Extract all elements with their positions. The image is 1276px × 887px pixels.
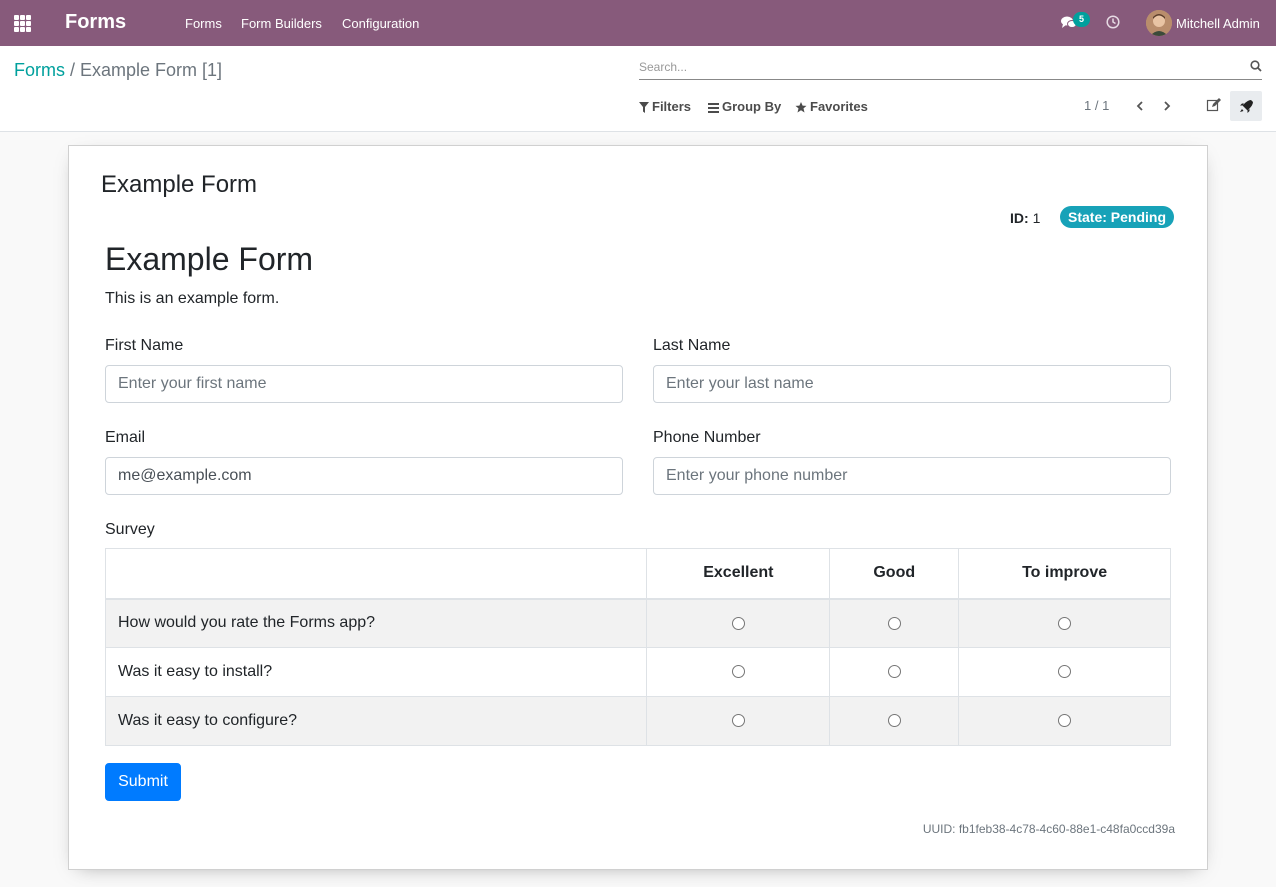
menu-form-builders[interactable]: Form Builders [241, 16, 322, 31]
previous-record-button[interactable] [1131, 96, 1149, 116]
survey-column-header: To improve [958, 548, 1171, 600]
survey-label: Survey [105, 521, 155, 538]
survey-radio-to-improve[interactable] [1058, 616, 1072, 630]
email-field[interactable] [105, 457, 623, 495]
survey-header-question [104, 548, 648, 600]
survey-radio-good[interactable] [887, 714, 901, 728]
launch-button[interactable] [1230, 91, 1262, 121]
email-label: Email [105, 429, 146, 446]
phone-field[interactable] [653, 457, 1171, 495]
group-by-label: Group By [722, 99, 782, 114]
first-name-label: First Name [105, 337, 184, 354]
record-uuid: UUID: fb1feb38-4c78-4c60-88e1-c48fa0ccd3… [922, 822, 1175, 836]
survey-radio-excellent[interactable] [731, 714, 745, 728]
form-description: This is an example form. [105, 290, 280, 307]
favorites-label: Favorites [810, 99, 868, 114]
edit-record-button[interactable] [1206, 97, 1224, 115]
menu-configuration[interactable]: Configuration [342, 16, 419, 31]
breadcrumb-current: Example Form [1] [80, 60, 223, 80]
survey-radio-good[interactable] [887, 616, 901, 630]
star-icon [795, 102, 807, 113]
survey-column-header: Good [829, 548, 960, 600]
survey-radio-excellent[interactable] [731, 616, 745, 630]
filters-button[interactable]: Filters [639, 99, 691, 114]
survey-table: Excellent Good To improve How would you … [104, 548, 1171, 746]
bars-icon [708, 103, 719, 113]
search-bar [639, 56, 1262, 80]
survey-radio-to-improve[interactable] [1058, 714, 1072, 728]
record-id: ID: 1 [1010, 210, 1040, 226]
search-icon[interactable] [1250, 60, 1262, 75]
form-sheet: Example Form ID: 1 State: Pending Exampl… [68, 145, 1208, 870]
messages-count-badge: 5 [1073, 12, 1090, 27]
survey-question: Was it easy to install? [104, 647, 648, 697]
last-name-label: Last Name [653, 337, 731, 354]
survey-question: How would you rate the Forms app? [104, 598, 648, 648]
group-by-button[interactable]: Group By [708, 99, 781, 114]
state-badge: State: Pending [1060, 206, 1175, 228]
survey-radio-to-improve[interactable] [1058, 665, 1072, 679]
menu-forms[interactable]: Forms [185, 16, 222, 31]
survey-question: Was it easy to configure? [104, 696, 648, 746]
chevron-left-icon [1136, 101, 1143, 111]
record-id-value: 1 [1032, 210, 1041, 226]
survey-header-row: Excellent Good To improve [104, 548, 1171, 600]
survey-radio-excellent[interactable] [731, 665, 745, 679]
phone-label: Phone Number [653, 429, 761, 446]
record-title: Example Form [101, 171, 258, 198]
survey-row: Was it easy to configure? [104, 696, 1171, 746]
survey-row: How would you rate the Forms app? [104, 598, 1171, 648]
survey-row: Was it easy to install? [104, 647, 1171, 697]
form-heading: Example Form [105, 241, 314, 277]
last-name-field[interactable] [653, 365, 1171, 403]
survey-column-header: Excellent [646, 548, 831, 600]
search-input[interactable] [639, 58, 1239, 76]
breadcrumb-separator: / [70, 60, 76, 80]
edit-icon [1206, 98, 1221, 112]
favorites-button[interactable]: Favorites [795, 99, 868, 114]
survey-radio-good[interactable] [887, 665, 901, 679]
breadcrumb-forms-link[interactable]: Forms [14, 60, 65, 80]
next-record-button[interactable] [1158, 96, 1176, 116]
user-name[interactable]: Mitchell Admin [1176, 16, 1260, 31]
activity-clock-icon[interactable] [1106, 15, 1120, 32]
apps-menu-icon[interactable] [14, 15, 31, 32]
submit-button[interactable]: Submit [105, 763, 181, 801]
filters-label: Filters [652, 99, 692, 114]
top-navbar: Forms Forms Form Builders Configuration … [0, 0, 1276, 46]
pager-value[interactable]: 1 / 1 [1084, 98, 1109, 113]
first-name-field[interactable] [105, 365, 623, 403]
user-avatar[interactable] [1146, 10, 1172, 36]
rocket-icon [1240, 100, 1253, 113]
breadcrumb: Forms / Example Form [1] [14, 60, 222, 81]
app-brand[interactable]: Forms [65, 11, 126, 34]
control-panel: Forms/Example Form [1] Filters Group By … [0, 46, 1276, 132]
record-id-label: ID: [1010, 210, 1029, 226]
filter-icon [639, 102, 649, 113]
chevron-right-icon [1164, 101, 1171, 111]
